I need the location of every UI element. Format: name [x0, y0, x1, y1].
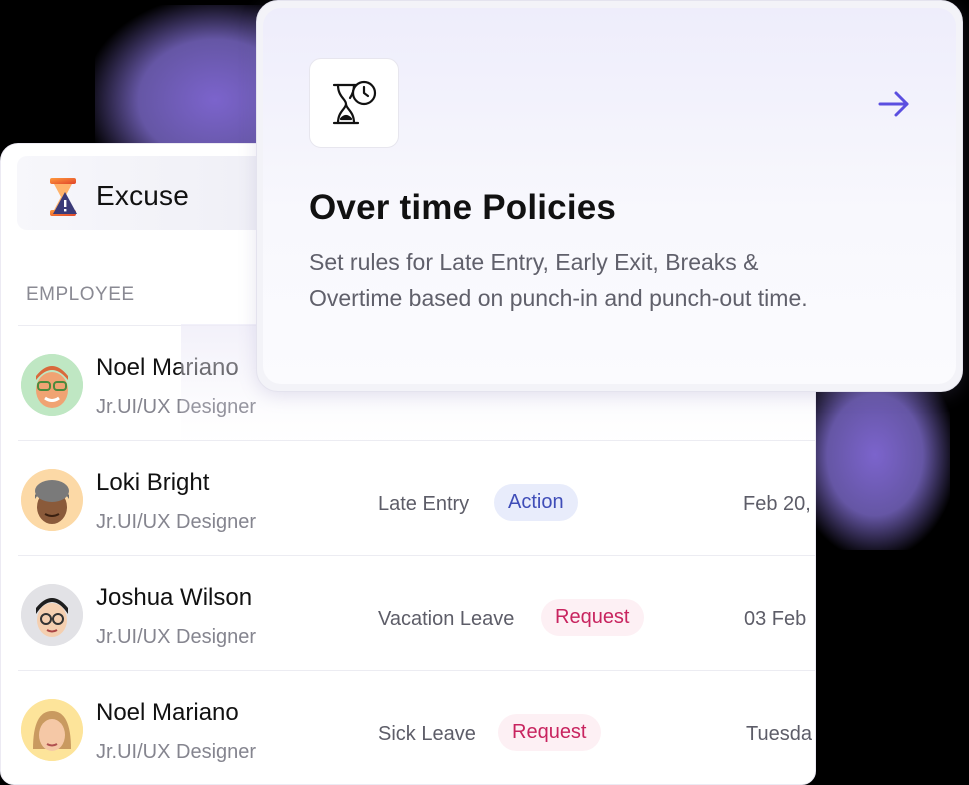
policy-description: Set rules for Late Entry, Early Exit, Br… [309, 249, 808, 311]
table-row[interactable]: Noel Mariano Jr.UI/UX Designer Sick Leav… [18, 670, 815, 784]
employee-role: Jr.UI/UX Designer [96, 511, 257, 533]
employee-role: Jr.UI/UX Designer [96, 741, 257, 763]
arrow-right-icon [878, 91, 909, 117]
policy-card-inner: Over time Policies Set rules for Late En… [263, 8, 956, 384]
table-row[interactable]: Loki Bright Jr.UI/UX Designer Late Entry… [18, 440, 815, 555]
avatar-memoji-icon [21, 354, 83, 416]
stage: Excuse EMPLOYEE Noel Mariano Jr.UI/UX De… [0, 0, 969, 785]
excuse-date: Feb 20, [743, 493, 811, 515]
status-badge[interactable]: Action [494, 484, 578, 521]
avatar-memoji-icon [21, 699, 83, 761]
column-header-employee: EMPLOYEE [26, 284, 135, 305]
avatar [21, 469, 83, 531]
excuse-type: Late Entry [378, 493, 470, 515]
hourglass-warning-icon [50, 178, 77, 216]
excuse-date: 03 Feb [744, 608, 807, 630]
avatar [21, 699, 83, 761]
status-badge[interactable]: Request [541, 599, 644, 636]
policy-title: Over time Policies [309, 188, 617, 227]
employee-name: Loki Bright [96, 469, 210, 496]
arrow-right-button[interactable] [874, 84, 914, 124]
overtime-policy-card[interactable]: Over time Policies Set rules for Late En… [256, 0, 963, 392]
excuse-type: Sick Leave [378, 723, 476, 745]
excuse-title: Excuse [96, 180, 190, 211]
excuse-type: Vacation Leave [378, 608, 515, 630]
employee-name: Joshua Wilson [96, 584, 253, 611]
employee-name: Noel Mariano [96, 699, 239, 726]
avatar [21, 354, 83, 416]
policy-icon-box [309, 58, 399, 148]
employee-role: Jr.UI/UX Designer [96, 626, 257, 648]
status-badge[interactable]: Request [498, 714, 601, 751]
excuse-date: Tuesda [746, 723, 812, 745]
hourglass-clock-icon [332, 80, 377, 125]
table-row[interactable]: Joshua Wilson Jr.UI/UX Designer Vacation… [18, 555, 815, 670]
avatar-memoji-icon [21, 469, 83, 531]
avatar [21, 584, 83, 646]
avatar-memoji-icon [21, 584, 83, 646]
